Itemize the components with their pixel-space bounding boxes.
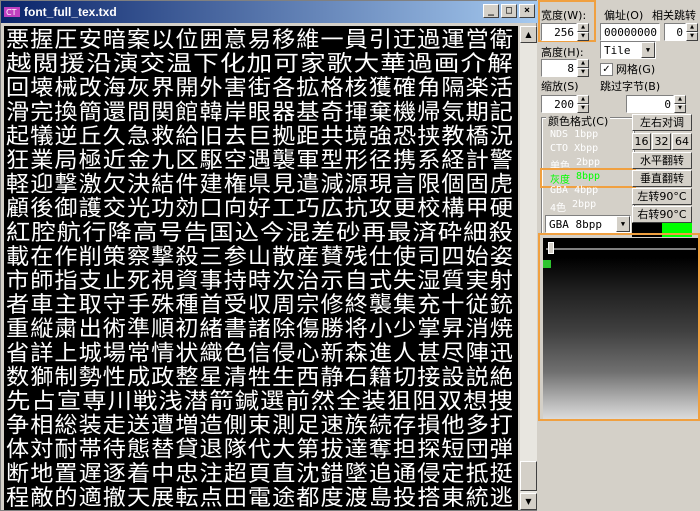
grid-label: 网格(G) [616,63,656,76]
maximize-button[interactable]: □ [501,4,517,18]
glyph-row: 争相総装走送遭増造側束測足速族続存損他多打 [6,414,514,439]
main-window: CT font_full_tex.txd _ □ × 悪握圧安暗案以位囲意易移維… [0,0,538,511]
scroll-up-icon[interactable]: ▲ [520,26,537,43]
glyph-row: 紅腔航行降高号告国込今混差砂再最済砕細殺 [6,221,514,246]
window-title: font_full_tex.txd [24,5,117,19]
format-item[interactable]: GBA 4bpp [548,185,632,199]
glyph-row: 軽迎撃激欠決結件建権県見遣減源現言限個固虎 [6,173,514,198]
tile-select[interactable]: Tile ▼ [600,41,656,59]
height-label: 高度(H): [541,46,584,59]
close-button[interactable]: × [519,4,535,18]
spin-up-icon[interactable]: ▲ [686,23,698,32]
glyph-row: 者車主取守手殊種首受収周宗修終襲集充十従銃 [6,293,514,318]
rotate-right-button[interactable]: 右转90°C [632,206,692,223]
glyph-row: 重縦粛出術準順初緒書諸除傷勝将小少掌昇消焼 [6,317,514,342]
spin-down-icon[interactable]: ▼ [577,104,589,113]
width-value[interactable]: 256 [541,23,577,41]
format-item[interactable]: NDS 1bpp [548,129,632,143]
spin-down-icon[interactable]: ▼ [686,32,698,41]
offset-field[interactable]: 00000000 [600,23,660,41]
zoom-label: 缩放(S) [541,80,579,93]
glyph-row: 顧後御護交光功効口向好工巧広抗攻更校構甲硬 [6,197,514,222]
offset-label: 偏址(O) [604,9,644,22]
glyph-row: 市師指支止死視資事持時次治示自式失湿質実射 [6,269,514,294]
glyph-row: 程敵的適撤天展転点田電途都度渡島投搭東統逃 [6,486,514,510]
glyph-row: 先占宣専川戦浅潜箭鍼選前然全装狙阻双想捜 [6,390,514,415]
svg-text:CT: CT [6,8,17,17]
glyph-grid: 悪握圧安暗案以位囲意易移維一員引迂過運営衛越閲援沿演交温下化加可家歌大華過画介解… [6,28,514,510]
zoom-value[interactable]: 200 [541,95,577,113]
glyph-row: 体対耐帯待態替貸退隊代大第拔達奪担探短団弾 [6,438,514,463]
width-stepper[interactable]: 256 ▲ ▼ [541,23,589,41]
vertical-scrollbar[interactable]: ▲ ▼ [520,26,537,510]
color-format-label: 颜色格式(C) [546,113,611,129]
glyph-row: 数獅制勢性成政整星清牲生西静石籍切接設説絶 [6,365,514,390]
glyph-row: 省詳上城場常情状織色信侵心新森進人甚尽陣迅 [6,341,514,366]
skip-bytes-label: 跳过字节(B) [600,80,661,93]
format-item-selected[interactable]: 灰度 8bpp [548,171,632,186]
tile-select-value: Tile [604,44,631,57]
spin-down-icon[interactable]: ▼ [674,104,686,113]
flip-h-button[interactable]: 水平翻转 [632,152,692,169]
related-stepper[interactable]: 0 ▲ ▼ [664,23,698,41]
height-value[interactable]: 8 [541,59,577,77]
size-32-button[interactable]: 32 [652,133,671,150]
height-stepper[interactable]: 8 ▲ ▼ [541,59,589,77]
glyph-row: 断地置遅逐着中忠注超頁直沈錯墜追通侵定抵挺 [6,462,514,487]
spin-up-icon[interactable]: ▲ [577,23,589,32]
skip-bytes-stepper[interactable]: 0 ▲ ▼ [626,95,686,113]
app-icon: CT [4,7,20,17]
title-bar[interactable]: CT font_full_tex.txd _ □ × [1,1,538,23]
format-item[interactable]: 4色 2bpp [548,199,632,214]
glyph-row: 滑完換簡還間関館韓岸眼器基奇揮棄機帰気期記 [6,100,514,125]
format-select-value: GBA 8bpp [549,218,602,231]
glyph-row: 悪握圧安暗案以位囲意易移維一員引迂過運営衛 [6,28,514,53]
swap-lr-button[interactable]: 左右对调 [632,114,692,131]
spin-up-icon[interactable]: ▲ [674,95,686,104]
chevron-down-icon[interactable]: ▼ [616,216,630,232]
format-item[interactable]: CTO Xbpp [548,143,632,157]
spin-down-icon[interactable]: ▼ [577,32,589,41]
size-16-button[interactable]: 16 [632,133,651,150]
width-label: 宽度(W): [541,9,587,22]
related-label: 相关跳转 [652,9,696,22]
skip-bytes-value[interactable]: 0 [626,95,674,113]
spin-down-icon[interactable]: ▼ [577,68,589,77]
related-value[interactable]: 0 [664,23,686,41]
spin-up-icon[interactable]: ▲ [577,95,589,104]
flip-v-button[interactable]: 垂直翻转 [632,170,692,187]
minimize-button[interactable]: _ [483,4,499,18]
glyph-canvas[interactable]: 悪握圧安暗案以位囲意易移維一員引迂過運営衛 越閲援沿演交温下化加可家歌大華過画介解… [4,26,518,510]
glyph-row: 狂業局極近金九区駆空遇襲軍型形径携系経計警 [6,149,514,174]
highlight-box-preview [538,233,700,421]
chevron-down-icon[interactable]: ▼ [641,42,655,58]
size-64-button[interactable]: 64 [672,133,692,150]
glyph-row: 載在作削策察撃殺三参山散産賛残仕使司四始姿 [6,245,514,270]
grid-checkbox[interactable]: ✓ 网格(G) [600,61,655,77]
spin-up-icon[interactable]: ▲ [577,59,589,68]
glyph-row: 起犠逆丘久急救給旧去巨拠距共境強恐挟教橋況 [6,124,514,149]
checkbox-check-icon[interactable]: ✓ [600,62,613,76]
glyph-row: 越閲援沿演交温下化加可家歌大華過画介解 [6,52,514,77]
zoom-stepper[interactable]: 200 ▲ ▼ [541,95,589,113]
scroll-down-icon[interactable]: ▼ [520,493,537,510]
rotate-left-button[interactable]: 左转90°C [632,188,692,205]
format-select[interactable]: GBA 8bpp ▼ [545,215,631,233]
scroll-thumb[interactable] [520,461,537,491]
glyph-row: 回壊械改海灰界開外害街各拡格核獲確角隔楽活 [6,76,514,101]
offset-value[interactable]: 00000000 [600,23,660,41]
